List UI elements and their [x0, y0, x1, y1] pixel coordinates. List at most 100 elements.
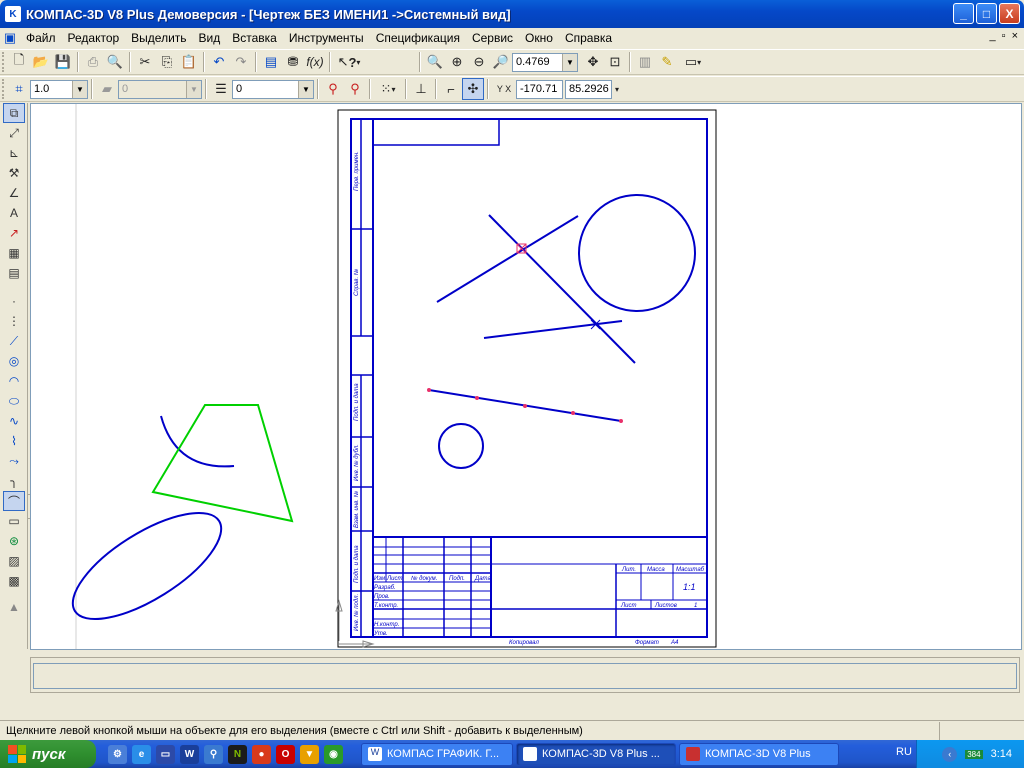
quicklaunch-graph-icon[interactable]: N	[228, 744, 247, 764]
zoom-scale-combo[interactable]: 0.4769 ▼	[512, 52, 578, 72]
help-pointer-icon[interactable]: ↖? ▾	[334, 51, 364, 73]
drawing-canvas[interactable]: Перв. примен. Справ. № Подп. и дата Инв.…	[30, 103, 1022, 650]
edit-page-icon[interactable]: ⚒	[3, 163, 25, 183]
current-layer-combo[interactable]: 0 ▼	[232, 79, 314, 99]
measure-page-icon[interactable]: A	[3, 203, 25, 223]
zoom-scale-icon[interactable]: 🔎	[490, 51, 512, 73]
highlighted-trapezoid[interactable]	[151, 404, 294, 523]
quicklaunch-desktop-icon[interactable]: ▭	[156, 744, 175, 764]
copy-icon[interactable]: ⎘	[156, 51, 178, 73]
doc-close-button[interactable]: ×	[1012, 30, 1018, 42]
chevron-down-icon[interactable]: ▼	[72, 80, 87, 98]
new-document-icon[interactable]: 🗋	[8, 51, 30, 73]
tray-expand-icon[interactable]: ‹	[942, 746, 958, 762]
zoom-out-icon[interactable]: ⊖	[468, 51, 490, 73]
auxiliary-line-icon[interactable]: ⋮	[3, 311, 25, 331]
save-icon[interactable]: 💾	[52, 51, 74, 73]
round-coords-icon[interactable]: ✣	[462, 78, 484, 100]
title-bar[interactable]: K КОМПАС-3D V8 Plus Демоверсия - [Чертеж…	[0, 0, 1024, 28]
point-tool-icon[interactable]: ·	[3, 291, 25, 311]
view-options-icon[interactable]: ▭ ▾	[678, 51, 708, 73]
print-preview-icon[interactable]: 🔍	[104, 51, 126, 73]
menu-edit[interactable]: Редактор	[62, 28, 126, 48]
zoom-window-icon[interactable]: ⊕	[446, 51, 468, 73]
close-button[interactable]: X	[999, 3, 1020, 24]
spec-page-icon[interactable]: ▤	[3, 263, 25, 283]
quicklaunch-shield-icon[interactable]: ▼	[300, 744, 319, 764]
document-icon[interactable]: ▣	[0, 27, 20, 49]
arc-tool-icon[interactable]: ◠	[3, 371, 25, 391]
geometry-page-icon[interactable]: ⧉	[3, 103, 25, 123]
doc-minimize-button[interactable]: _	[990, 30, 996, 42]
menu-window[interactable]: Окно	[519, 28, 559, 48]
bezier-tool-icon[interactable]: ⤳	[3, 451, 25, 471]
select-page-icon[interactable]: ↗	[3, 223, 25, 243]
menu-service[interactable]: Сервис	[466, 28, 519, 48]
views-page-icon[interactable]: ▦	[3, 243, 25, 263]
chevron-down-icon[interactable]: ▾	[612, 78, 622, 100]
local-cs-icon[interactable]: ⊥	[410, 78, 432, 100]
ellipse[interactable]	[57, 493, 236, 639]
show-all-icon[interactable]: ⊡	[604, 51, 626, 73]
chamfer-tool-icon[interactable]: ⌒	[3, 491, 25, 511]
layer-state-icon[interactable]: ▰	[96, 78, 118, 100]
manager-icon[interactable]: ▤	[260, 51, 282, 73]
quicklaunch-app-icon[interactable]: ◉	[324, 744, 343, 764]
menu-view[interactable]: Вид	[193, 28, 227, 48]
properties-field[interactable]	[33, 663, 1017, 689]
rectangle-tool-icon[interactable]: ▭	[3, 511, 25, 531]
minimize-button[interactable]: _	[953, 3, 974, 24]
scale-icon[interactable]: ⌗	[8, 78, 30, 100]
symbols-page-icon[interactable]: ⊾	[3, 143, 25, 163]
start-button[interactable]: пуск	[0, 740, 96, 768]
layers-icon[interactable]: ☰	[210, 78, 232, 100]
spline-tool-icon[interactable]: ∿	[3, 411, 25, 431]
more-tools-icon[interactable]: ▲	[3, 597, 25, 617]
quicklaunch-word-icon[interactable]: W	[180, 744, 199, 764]
hatch-tool-icon[interactable]: ▨	[3, 551, 25, 571]
doc-restore-button[interactable]: ▫	[1002, 30, 1006, 42]
y-coordinate-field[interactable]: 85.2926	[565, 79, 612, 99]
snap-global-icon[interactable]: ⚲	[344, 78, 366, 100]
ortho-icon[interactable]: ⌐	[440, 78, 462, 100]
library-icon[interactable]: ⛃	[282, 51, 304, 73]
menu-file[interactable]: Файл	[20, 28, 62, 48]
menu-select[interactable]: Выделить	[125, 28, 192, 48]
variables-icon[interactable]: f(x)	[304, 51, 326, 73]
snap-local-icon[interactable]: ⚲	[322, 78, 344, 100]
toolbar-grip[interactable]	[2, 79, 5, 99]
contour-tool-icon[interactable]: ⊛	[3, 531, 25, 551]
dimensions-page-icon[interactable]: ⤢	[3, 123, 25, 143]
drawing-view[interactable]: Перв. примен. Справ. № Подп. и дата Инв.…	[31, 104, 1021, 649]
x-coordinate-field[interactable]: -170.71	[516, 79, 563, 99]
rebuild-icon[interactable]: ✎	[656, 51, 678, 73]
menu-insert[interactable]: Вставка	[226, 28, 283, 48]
quicklaunch-search-icon[interactable]: ⚲	[204, 744, 223, 764]
task-kompas-graphic[interactable]: W КОМПАС ГРАФИК. Г...	[361, 742, 513, 766]
chevron-down-icon[interactable]: ▼	[562, 53, 577, 71]
segment-tool-icon[interactable]: ⟋	[3, 331, 25, 351]
menu-tools[interactable]: Инструменты	[283, 28, 370, 48]
parametrization-page-icon[interactable]: ∠	[3, 183, 25, 203]
quicklaunch-settings-icon[interactable]: ⚙	[108, 744, 127, 764]
quicklaunch-media-icon[interactable]: ●	[252, 744, 271, 764]
toolbar-grip[interactable]	[2, 52, 5, 72]
polyline-tool-icon[interactable]: ⌇	[3, 431, 25, 451]
task-kompas-active[interactable]: КОМПАС-3D V8 Plus ...	[516, 742, 676, 766]
chevron-down-icon[interactable]: ▼	[298, 80, 313, 98]
line-scale-combo[interactable]: 1.0 ▼	[30, 79, 88, 99]
print-icon[interactable]: ⎙	[82, 51, 104, 73]
task-kompas-plus[interactable]: КОМПАС-3D V8 Plus	[679, 742, 839, 766]
quicklaunch-ie-icon[interactable]: e	[132, 744, 151, 764]
redo-icon[interactable]: ↷	[230, 51, 252, 73]
language-indicator[interactable]: RU	[896, 746, 912, 758]
fill-tool-icon[interactable]: ▩	[3, 571, 25, 591]
open-folder-icon[interactable]: 📂	[30, 51, 52, 73]
zoom-in-icon[interactable]: 🔍	[424, 51, 446, 73]
ellipse-tool-icon[interactable]: ⬭	[3, 391, 25, 411]
grid-icon[interactable]: ⁙ ▾	[374, 78, 402, 100]
undo-icon[interactable]: ↶	[208, 51, 230, 73]
circle-tool-icon[interactable]: ◎	[3, 351, 25, 371]
fillet-tool-icon[interactable]: ╮	[3, 471, 25, 491]
tray-badge-icon[interactable]: 384	[965, 749, 983, 759]
